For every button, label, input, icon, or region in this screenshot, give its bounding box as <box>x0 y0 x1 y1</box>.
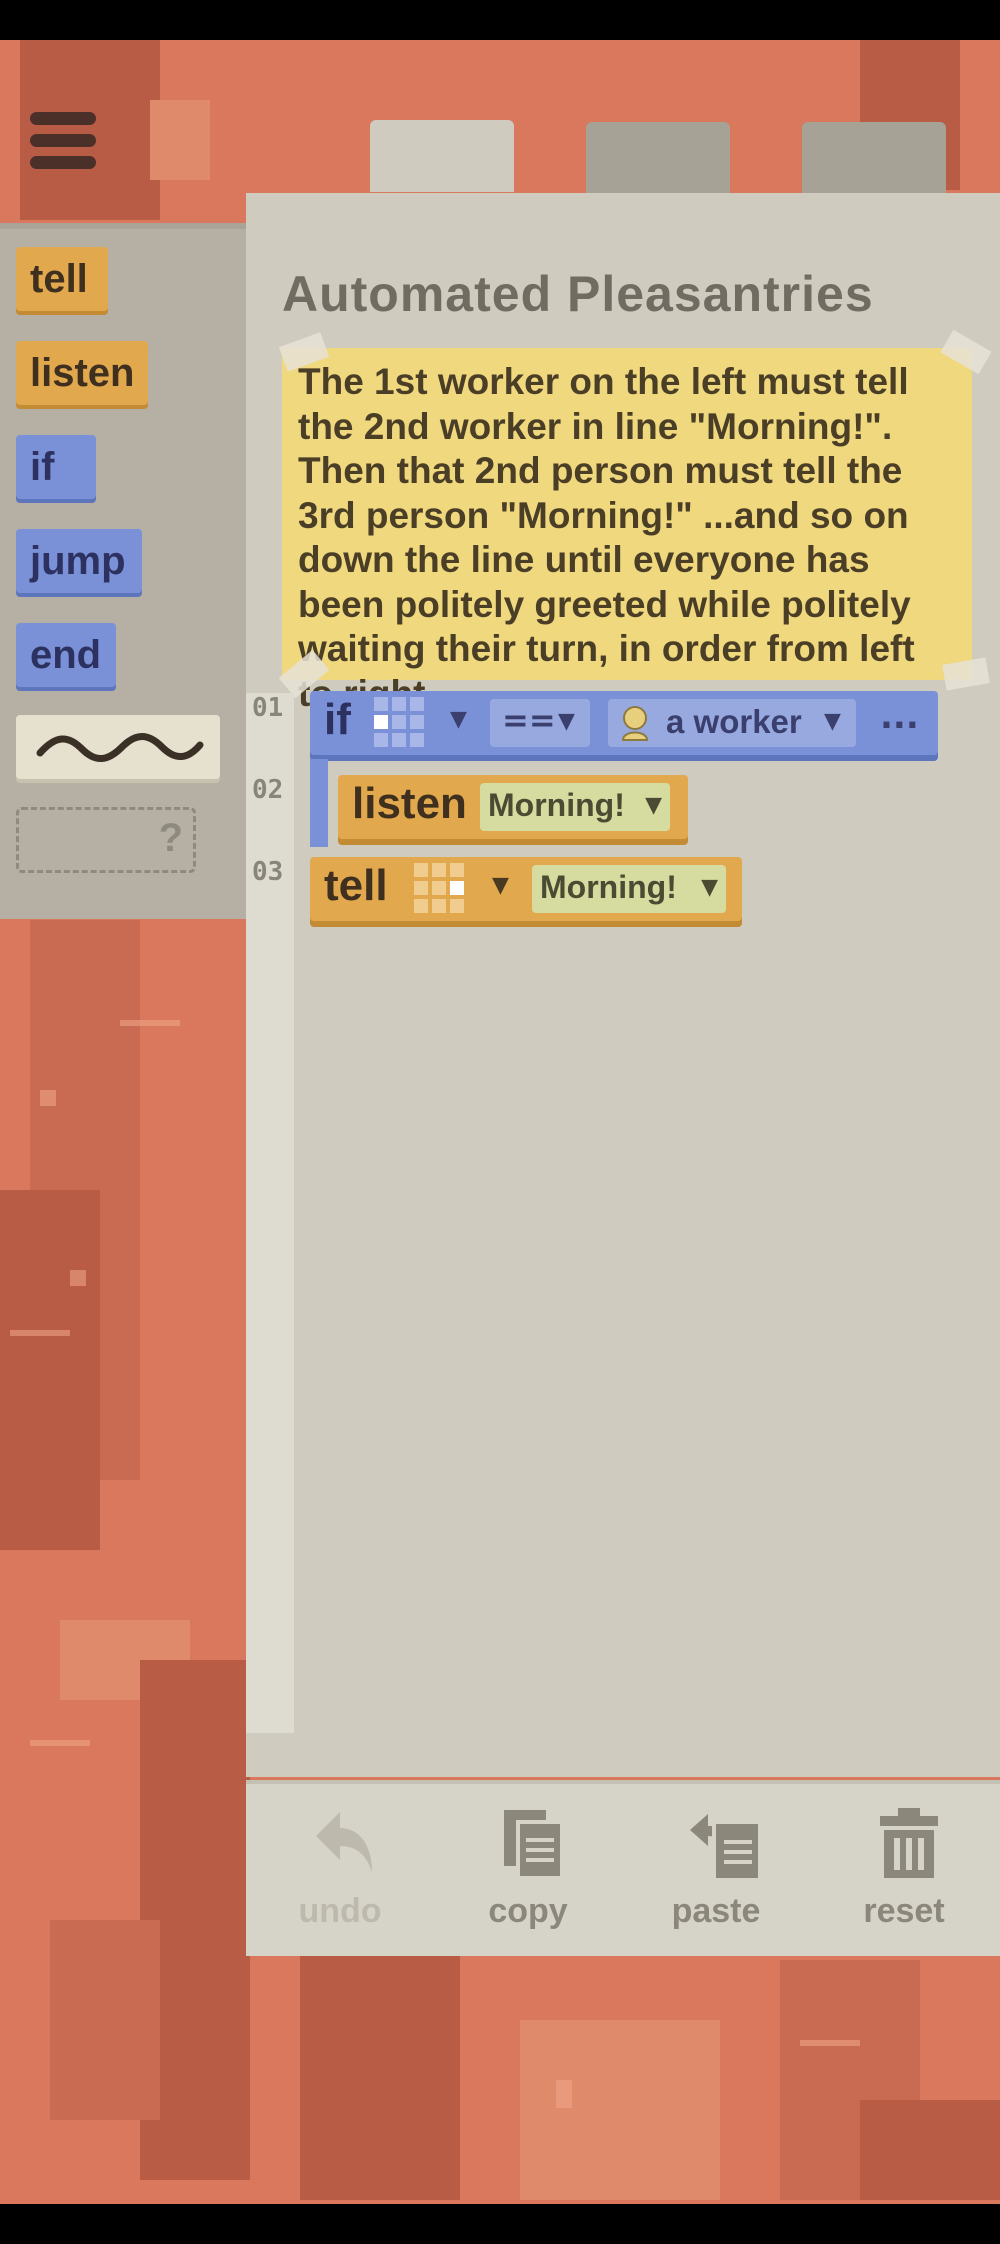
line-number-gutter: 01 02 03 <box>246 693 294 1733</box>
chevron-down-icon: ▼ <box>701 875 718 900</box>
if-body-bar <box>310 759 328 847</box>
undo-label: undo <box>298 1892 382 1930</box>
tab-program-2[interactable] <box>586 122 730 194</box>
squiggle-comment-icon <box>36 733 204 762</box>
program-panel: Automated Pleasantries The 1st worker on… <box>246 193 1000 1777</box>
chevron-down-icon[interactable]: ▼ <box>450 707 467 732</box>
worker-icon <box>621 706 649 741</box>
line-number: 02 <box>252 775 284 805</box>
trash-icon <box>880 1808 938 1878</box>
palette-define-block[interactable]: ? <box>16 807 196 873</box>
if-keyword: if <box>324 695 351 744</box>
target-selector[interactable]: a worker ▼ <box>608 699 856 747</box>
operator-selector[interactable]: == ▼ <box>490 699 590 747</box>
direction-grid-icon[interactable] <box>374 697 424 747</box>
message-label: Morning! <box>488 787 625 823</box>
level-title: Automated Pleasantries <box>282 266 874 322</box>
copy-icon <box>504 1810 564 1880</box>
hamburger-menu-icon[interactable] <box>30 112 96 174</box>
palette-jump-block[interactable]: jump <box>16 529 142 593</box>
paste-label: paste <box>671 1892 761 1930</box>
message-selector[interactable]: Morning! ▼ <box>532 865 726 913</box>
define-placeholder: ? <box>158 816 183 860</box>
more-options-button[interactable]: ... <box>880 697 919 737</box>
tab-program-3[interactable] <box>802 122 946 194</box>
reset-button[interactable]: reset <box>810 1784 998 1956</box>
command-palette: tell listen if jump end ? <box>0 223 246 919</box>
direction-grid-icon[interactable] <box>414 863 464 913</box>
editor-toolbar: undo copy paste reset <box>246 1780 1000 1956</box>
chevron-down-icon[interactable]: ▼ <box>492 873 509 898</box>
line-number: 03 <box>252 857 284 887</box>
listen-keyword: listen <box>352 779 467 828</box>
paste-button[interactable]: paste <box>622 1784 810 1956</box>
reset-label: reset <box>863 1892 945 1930</box>
message-selector[interactable]: Morning! ▼ <box>480 783 670 831</box>
if-statement[interactable]: if ▼ == ▼ a worker ▼ ... <box>310 691 938 755</box>
level-description: The 1st worker on the left must tell the… <box>282 348 972 714</box>
copy-button[interactable]: copy <box>434 1784 622 1956</box>
chevron-down-icon: ▼ <box>558 709 575 734</box>
tell-keyword: tell <box>324 861 388 910</box>
tab-program-1[interactable] <box>370 120 514 192</box>
chevron-down-icon: ▼ <box>824 709 841 734</box>
undo-button[interactable]: undo <box>246 1784 434 1956</box>
target-label: a worker <box>666 703 802 740</box>
palette-end-block[interactable]: end <box>16 623 116 687</box>
palette-listen-block[interactable]: listen <box>16 341 148 405</box>
palette-tell-block[interactable]: tell <box>16 247 108 311</box>
copy-label: copy <box>488 1892 568 1930</box>
paste-icon <box>690 1814 762 1882</box>
listen-statement[interactable]: listen Morning! ▼ <box>338 775 688 839</box>
palette-if-block[interactable]: if <box>16 435 96 499</box>
game-screen: tell listen if jump end ? Automated Plea… <box>0 40 1000 2204</box>
undo-icon <box>316 1812 372 1872</box>
tell-statement[interactable]: tell ▼ Morning! ▼ <box>310 857 742 921</box>
operator-label: == <box>502 701 556 739</box>
line-number: 01 <box>252 693 284 723</box>
message-label: Morning! <box>540 869 677 905</box>
chevron-down-icon: ▼ <box>645 793 662 818</box>
palette-comment-block[interactable] <box>16 715 220 779</box>
